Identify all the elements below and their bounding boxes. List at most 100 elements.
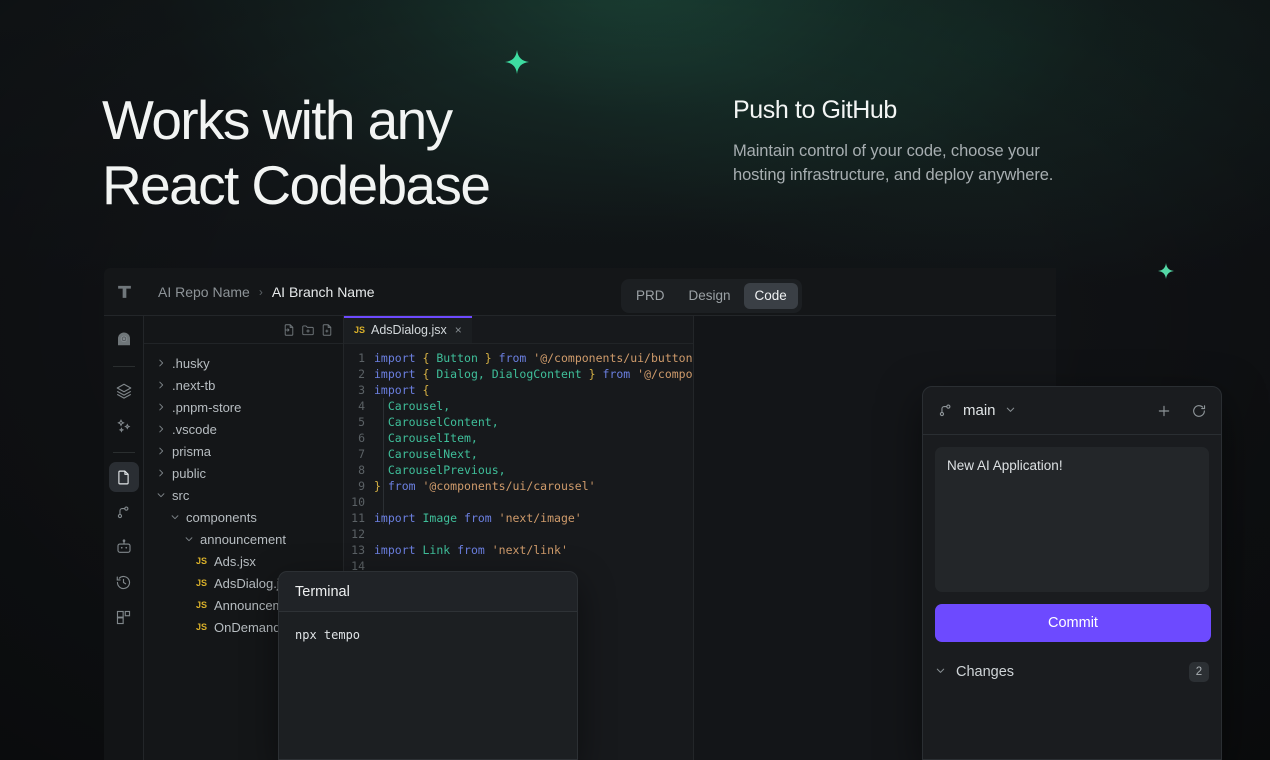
tab-prd[interactable]: PRD: [625, 283, 676, 309]
rail-item-git-branch[interactable]: [109, 497, 139, 527]
app-window: AI Repo Name › AI Branch Name PRD Design…: [104, 268, 1056, 760]
rail-item-sparkles[interactable]: [109, 411, 139, 441]
rail-item-record-camera[interactable]: [109, 325, 139, 355]
code-line-text: import Link from 'next/link': [374, 542, 568, 558]
chevron-down-icon[interactable]: [935, 665, 946, 679]
tree-folder-row[interactable]: .pnpm-store: [144, 396, 343, 418]
chevron-down-icon[interactable]: [1005, 404, 1016, 418]
rail-item-layers[interactable]: [109, 376, 139, 406]
tree-folder-row[interactable]: .next-tb: [144, 374, 343, 396]
app-body: .husky .next-tb .pnpm-store .vscode prismapu…: [104, 316, 1056, 760]
tab-code[interactable]: Code: [744, 283, 798, 309]
code-token: import: [374, 543, 422, 557]
plus-icon[interactable]: [1156, 403, 1172, 419]
code-line: 11import Image from 'next/image': [344, 510, 693, 526]
changes-section-header[interactable]: Changes 2: [923, 659, 1221, 685]
tree-item-label: .husky: [172, 356, 210, 371]
chevron-down-icon[interactable]: [182, 534, 195, 544]
chevron-down-icon[interactable]: [168, 512, 181, 522]
code-line-text: CarouselNext,: [374, 446, 478, 462]
line-number: 10: [344, 494, 374, 510]
js-file-icon: JS: [196, 600, 210, 610]
code-line: 10: [344, 494, 693, 510]
code-token: CarouselContent,: [374, 415, 499, 429]
rail-item-robot[interactable]: [109, 532, 139, 562]
chevron-down-icon[interactable]: [154, 490, 167, 500]
commit-message-input[interactable]: New AI Application!: [935, 447, 1209, 592]
breadcrumb-repo[interactable]: AI Repo Name: [158, 284, 250, 300]
code-token: Carousel,: [374, 399, 450, 413]
code-token: from: [381, 479, 423, 493]
tab-design[interactable]: Design: [678, 283, 742, 309]
js-file-icon: JS: [196, 622, 210, 632]
js-file-icon: JS: [196, 578, 210, 588]
page-title: Works with any React Codebase: [102, 88, 489, 218]
new-file-icon[interactable]: [320, 323, 334, 337]
code-line-text: CarouselItem,: [374, 430, 478, 446]
tree-folder-row[interactable]: components: [144, 506, 343, 528]
rail-item-apps[interactable]: [109, 602, 139, 632]
chevron-right-icon[interactable]: [154, 468, 167, 478]
terminal-panel: Terminal npx tempo: [278, 571, 578, 760]
tree-file-row[interactable]: JSAds.jsx: [144, 550, 343, 572]
rail-divider: [113, 366, 135, 367]
code-token: import: [374, 511, 422, 525]
code-token: {: [422, 351, 436, 365]
feature-description: Maintain control of your code, choose yo…: [733, 139, 1153, 187]
line-number: 11: [344, 510, 374, 526]
sparkle-small-icon: [1158, 263, 1174, 279]
line-number: 12: [344, 526, 374, 542]
file-import-icon[interactable]: [282, 323, 296, 337]
breadcrumb: AI Repo Name › AI Branch Name: [158, 284, 375, 300]
close-icon[interactable]: ×: [455, 323, 462, 337]
tree-item-label: .pnpm-store: [172, 400, 241, 415]
commit-button[interactable]: Commit: [935, 604, 1211, 642]
new-folder-icon[interactable]: [301, 323, 315, 337]
tree-folder-row[interactable]: prisma: [144, 440, 343, 462]
code-token: import: [374, 351, 422, 365]
chevron-right-icon[interactable]: [154, 380, 167, 390]
line-number: 1: [344, 350, 374, 366]
code-line-text: CarouselPrevious,: [374, 462, 506, 478]
tree-folder-row[interactable]: .vscode: [144, 418, 343, 440]
commit-panel-header: main: [923, 387, 1221, 435]
commit-panel: main New AI Application! Commit Changes …: [922, 386, 1222, 760]
line-number: 4: [344, 398, 374, 414]
code-token: 'next/image': [499, 511, 582, 525]
terminal-title: Terminal: [279, 572, 577, 612]
code-line: 13import Link from 'next/link': [344, 542, 693, 558]
code-line-text: import Image from 'next/image': [374, 510, 582, 526]
editor-tab-adsdialog[interactable]: JS AdsDialog.jsx ×: [344, 316, 472, 343]
code-line: 5 CarouselContent,: [344, 414, 693, 430]
code-token: CarouselItem,: [374, 431, 478, 445]
chevron-right-icon[interactable]: [154, 402, 167, 412]
chevron-right-icon[interactable]: [154, 446, 167, 456]
breadcrumb-branch[interactable]: AI Branch Name: [272, 284, 375, 300]
chevron-right-icon[interactable]: [154, 424, 167, 434]
line-number: 13: [344, 542, 374, 558]
code-line-text: CarouselContent,: [374, 414, 499, 430]
code-lines: 1import { Button } from '@/components/ui…: [344, 350, 693, 574]
refresh-icon[interactable]: [1191, 403, 1207, 419]
line-number: 9: [344, 478, 374, 494]
tree-item-label: Ads.jsx: [214, 554, 256, 569]
line-number: 5: [344, 414, 374, 430]
tree-folder-row[interactable]: .husky: [144, 352, 343, 374]
rail-item-files[interactable]: [109, 462, 139, 492]
code-token: {: [422, 367, 436, 381]
branch-name[interactable]: main: [963, 402, 996, 419]
code-token: import: [374, 367, 422, 381]
code-token: from: [492, 351, 534, 365]
rail-item-history[interactable]: [109, 567, 139, 597]
line-number: 2: [344, 366, 374, 382]
tree-item-label: .vscode: [172, 422, 217, 437]
chevron-right-icon[interactable]: [154, 358, 167, 368]
tree-folder-row[interactable]: public: [144, 462, 343, 484]
code-token: import: [374, 383, 422, 397]
code-token: }: [582, 367, 596, 381]
editor-tab-label: AdsDialog.jsx: [371, 323, 447, 337]
tree-folder-row[interactable]: announcement: [144, 528, 343, 550]
tree-folder-row[interactable]: src: [144, 484, 343, 506]
terminal-output[interactable]: npx tempo: [279, 612, 577, 760]
page-root: Works with any React Codebase Push to Gi…: [0, 0, 1270, 760]
